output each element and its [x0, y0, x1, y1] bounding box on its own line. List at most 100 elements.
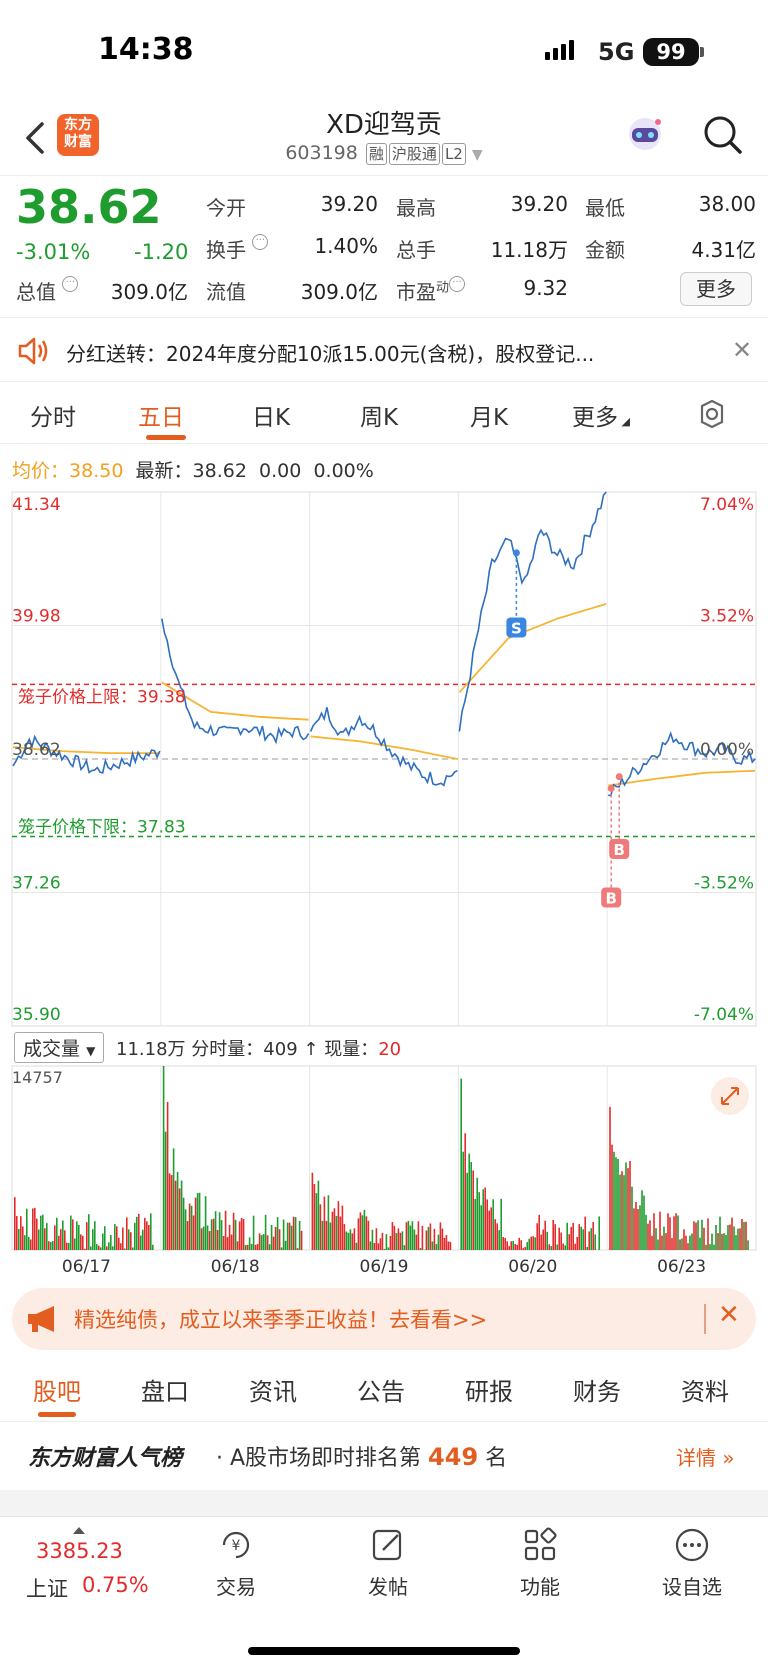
- volume-bar: [325, 1220, 328, 1250]
- volume-bar: [216, 1229, 219, 1250]
- volume-bar: [449, 1241, 452, 1250]
- buy-marker-point: [615, 773, 623, 781]
- volume-bar: [224, 1210, 227, 1250]
- volume-bar: [288, 1222, 291, 1250]
- volume-bar: [365, 1216, 368, 1250]
- volume-bar: [242, 1219, 245, 1250]
- volume-bar: [568, 1234, 570, 1250]
- dividend-notice[interactable]: 分红送转：2024年度分配10派15.00元(含税)，股权登记... ✕: [0, 320, 768, 382]
- rank-detail-link[interactable]: 详情 »: [676, 1442, 735, 1471]
- volume-bar: [516, 1244, 518, 1250]
- five-day-price-chart[interactable]: 41.34 7.04% 39.98 3.52% 38.62 0.00% 37.26 -3.52…: [0, 488, 768, 1028]
- promo-text: 精选纯债，成立以来季季正收益！去看看>>: [74, 1308, 488, 1332]
- index-name[interactable]: 上证: [26, 1573, 68, 1603]
- volume-bar: [411, 1221, 414, 1250]
- volume-bar: [544, 1220, 546, 1250]
- volume-bar: [272, 1236, 275, 1250]
- expand-icon[interactable]: [711, 1077, 749, 1115]
- volume-bar: [142, 1229, 144, 1250]
- volume-bar: [38, 1229, 40, 1250]
- volume-bar: [208, 1231, 211, 1250]
- stock-header: 东方 财富 XD迎驾贡 603198 融沪股通 L2 ▼: [0, 100, 768, 176]
- index-value[interactable]: 3385.23: [36, 1539, 123, 1563]
- latest-label: 最新：: [135, 460, 193, 482]
- rank-brand: 东方财富人气榜: [28, 1446, 183, 1471]
- volume-bar: [727, 1225, 729, 1250]
- tick-volume-value: 409: [263, 1039, 298, 1060]
- nav-post[interactable]: 发帖: [338, 1525, 438, 1600]
- volume-bar: [464, 1133, 466, 1250]
- tab-orderbook[interactable]: 盘口: [141, 1372, 189, 1407]
- volume-bar: [474, 1198, 476, 1250]
- volume-bar: [635, 1201, 637, 1250]
- tab-announcements[interactable]: 公告: [357, 1372, 405, 1407]
- search-icon[interactable]: [700, 112, 746, 158]
- current-volume-value: 20: [378, 1039, 402, 1060]
- nav-add-watchlist[interactable]: 设自选: [642, 1525, 742, 1600]
- nav-trade[interactable]: ¥ 交易: [186, 1525, 286, 1600]
- popularity-rank[interactable]: 东方财富人气榜 · A股市场即时排名第 449 名 详情 »: [0, 1424, 768, 1486]
- volume-bar: [34, 1207, 36, 1250]
- volume-bar: [192, 1215, 195, 1250]
- gear-icon[interactable]: [696, 398, 728, 430]
- volume-chart[interactable]: 14757 06/17 06/18 06/19 06/20 06/23: [0, 1058, 768, 1278]
- tab-more[interactable]: 更多 ◢: [572, 398, 630, 432]
- volume-bar: [409, 1225, 412, 1250]
- volume-bar: [194, 1197, 197, 1250]
- volume-bar: [520, 1240, 522, 1250]
- info-icon[interactable]: ···: [449, 276, 466, 292]
- volume-bar: [381, 1232, 384, 1250]
- volume-bar: [574, 1243, 576, 1250]
- index-pct[interactable]: 0.75%: [82, 1573, 149, 1597]
- tab-monthly-k[interactable]: 月K: [470, 398, 508, 432]
- dropdown-caret-icon[interactable]: ▼: [472, 147, 483, 163]
- volume-bar: [433, 1228, 436, 1250]
- tab-five-day[interactable]: 五日: [138, 398, 184, 432]
- volume-bar: [385, 1234, 388, 1250]
- volume-bar: [218, 1212, 221, 1250]
- tab-intraday[interactable]: 分时: [30, 398, 76, 432]
- close-icon[interactable]: ✕: [718, 1300, 740, 1330]
- upper-limit-label: 笼子价格上限：39.38: [18, 687, 186, 707]
- tab-daily-k[interactable]: 日K: [252, 398, 290, 432]
- promo-banner[interactable]: 精选纯债，成立以来季季正收益！去看看>> ✕: [12, 1288, 756, 1350]
- svg-text:¥: ¥: [232, 1538, 241, 1554]
- volume-bar: [562, 1243, 564, 1250]
- volume-bar: [335, 1215, 338, 1250]
- volume-bar: [317, 1180, 320, 1250]
- volume-bar: [685, 1235, 687, 1250]
- nav-functions[interactable]: 功能: [490, 1525, 590, 1600]
- robot-assistant-icon[interactable]: [622, 112, 668, 158]
- nav-add-watchlist-label: 设自选: [662, 1575, 722, 1599]
- volume-bar: [697, 1220, 699, 1250]
- more-button[interactable]: 更多: [680, 272, 752, 306]
- mktcap-label-text: 总值: [16, 280, 56, 304]
- tab-research[interactable]: 研报: [465, 1372, 513, 1407]
- chevron-right-icon: »: [722, 1446, 735, 1470]
- tab-news[interactable]: 资讯: [249, 1372, 297, 1407]
- close-icon[interactable]: ✕: [732, 336, 752, 364]
- volume-bar: [492, 1199, 494, 1250]
- tab-profile[interactable]: 资料: [681, 1372, 729, 1407]
- tick-volume-label: 分时量：: [191, 1039, 264, 1060]
- volume-bar: [721, 1233, 723, 1250]
- volume-bar: [425, 1230, 428, 1250]
- info-icon[interactable]: ···: [62, 276, 79, 292]
- volume-bar: [689, 1235, 691, 1250]
- volume-bar: [82, 1235, 84, 1250]
- tab-weekly-k[interactable]: 周K: [360, 398, 398, 432]
- volume-bar: [427, 1226, 430, 1250]
- change-percent: -3.01%: [16, 240, 91, 264]
- tag-level2: L2: [441, 143, 466, 165]
- volume-bar: [206, 1225, 209, 1250]
- tick-arrow: ↑: [303, 1039, 319, 1060]
- tab-forum[interactable]: 股吧: [33, 1372, 81, 1407]
- volume-bar: [443, 1237, 446, 1250]
- expand-up-icon[interactable]: [73, 1527, 85, 1534]
- turnover-label: 换手 ···: [206, 234, 269, 263]
- volume-bar: [518, 1237, 520, 1250]
- info-icon[interactable]: ···: [252, 234, 269, 250]
- nav-functions-label: 功能: [520, 1575, 560, 1599]
- tab-financials[interactable]: 财务: [573, 1372, 621, 1407]
- low-value: 38.00: [698, 192, 756, 216]
